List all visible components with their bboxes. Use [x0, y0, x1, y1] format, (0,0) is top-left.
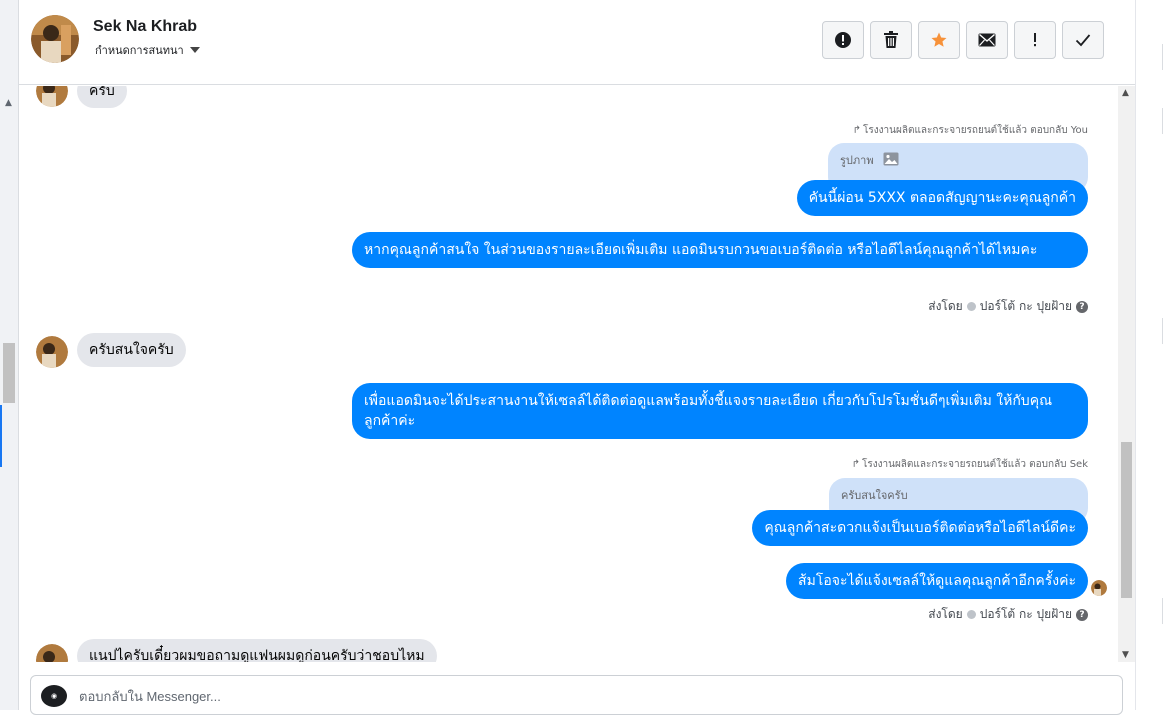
reply-composer: ◉: [30, 675, 1123, 715]
sender-status-icon: [966, 302, 976, 311]
sent-by-info: ส่งโดย ปอร์โต้ กะ ปุยฝ้าย ?: [928, 605, 1088, 624]
contact-message-avatar: [36, 86, 68, 107]
conversation-header: Sek Na Khrab กำหนดการสนทนา: [19, 0, 1135, 85]
contact-message-avatar: [36, 336, 68, 368]
composer-area: ◉: [19, 662, 1135, 715]
left-scrollbar-thumb[interactable]: [3, 343, 15, 403]
help-icon[interactable]: ?: [1076, 608, 1088, 621]
flag-button[interactable]: [1014, 21, 1056, 59]
star-button[interactable]: [918, 21, 960, 59]
delete-button[interactable]: [870, 21, 912, 59]
trash-icon: [884, 31, 898, 48]
thread-scrollbar-thumb[interactable]: [1121, 442, 1132, 598]
outgoing-message[interactable]: คันนี้ผ่อน 5XXX ตลอดสัญญานะคะคุณลูกค้า: [796, 180, 1088, 216]
reply-context-note: ↱ โรงงานผลิตและกระจายรถยนต์ใช้แล้ว ตอบกล…: [851, 459, 1088, 470]
conversation-actions: [822, 21, 1104, 59]
outgoing-message[interactable]: หากคุณลูกค้าสนใจ ในส่วนของรายละเอียดเพิ่…: [352, 232, 1088, 268]
scroll-up-arrow-icon[interactable]: ▲: [1122, 88, 1129, 98]
star-icon: [931, 32, 947, 47]
help-icon[interactable]: ?: [1076, 300, 1088, 313]
mark-done-button[interactable]: [1062, 21, 1104, 59]
image-icon: [883, 152, 899, 166]
seen-avatar: [1091, 580, 1107, 596]
spam-button[interactable]: [822, 21, 864, 59]
selected-conversation-indicator: [0, 405, 2, 467]
envelope-icon: [978, 33, 996, 47]
message-thread[interactable]: ครับ ↱ โรงงานผลิตและกระจายรถยนต์ใช้แล้ว …: [19, 86, 1135, 662]
caret-down-icon: [189, 47, 200, 53]
assign-conversation-dropdown[interactable]: กำหนดการสนทนา: [95, 41, 200, 59]
mark-unread-button[interactable]: [966, 21, 1008, 59]
reply-arrow-icon: ↱: [851, 459, 860, 470]
outgoing-message[interactable]: เพื่อแอดมินจะได้ประสานงานให้เซลล์ได้ติดต…: [352, 383, 1088, 439]
outgoing-message[interactable]: คุณลูกค้าสะดวกแจ้งเป็นเบอร์ติดต่อหรือไอด…: [752, 510, 1088, 546]
assign-conversation-label: กำหนดการสนทนา: [95, 44, 184, 57]
reply-input[interactable]: [79, 685, 979, 707]
check-icon: [1075, 34, 1091, 47]
reply-context-note: ↱ โรงงานผลิตและกระจายรถยนต์ใช้แล้ว ตอบกล…: [852, 125, 1088, 136]
sent-by-info: ส่งโดย ปอร์โต้ กะ ปุยฝ้าย ?: [928, 297, 1088, 316]
incoming-message[interactable]: ครับสนใจครับ: [77, 333, 186, 367]
incoming-message[interactable]: ครับ: [77, 86, 127, 108]
contact-name: Sek Na Khrab: [93, 18, 198, 35]
scroll-down-arrow-icon[interactable]: ▼: [1122, 650, 1129, 660]
contact-message-avatar: [36, 644, 68, 662]
page-avatar-icon: ◉: [41, 685, 67, 707]
contact-avatar[interactable]: [31, 15, 79, 63]
thread-scrollbar[interactable]: ▲ ▼: [1118, 86, 1135, 662]
outgoing-message[interactable]: ส้มโอจะได้แจ้งเซลล์ให้ดูแลคุณลูกค้าอีกคร…: [786, 563, 1088, 599]
incoming-message[interactable]: แนปไครับเดี๋ยวผมขอถามดูแฟนผมดูก่อนครับว่…: [77, 639, 437, 662]
left-panel-strip: ▲: [0, 0, 19, 710]
exclamation-icon: [1034, 33, 1036, 47]
scroll-up-arrow-icon[interactable]: ▲: [5, 98, 12, 108]
sender-status-icon: [966, 610, 976, 619]
alert-circle-icon: [835, 32, 851, 48]
reply-arrow-icon: ↱: [852, 125, 862, 136]
right-panel-strip: [1135, 0, 1163, 710]
